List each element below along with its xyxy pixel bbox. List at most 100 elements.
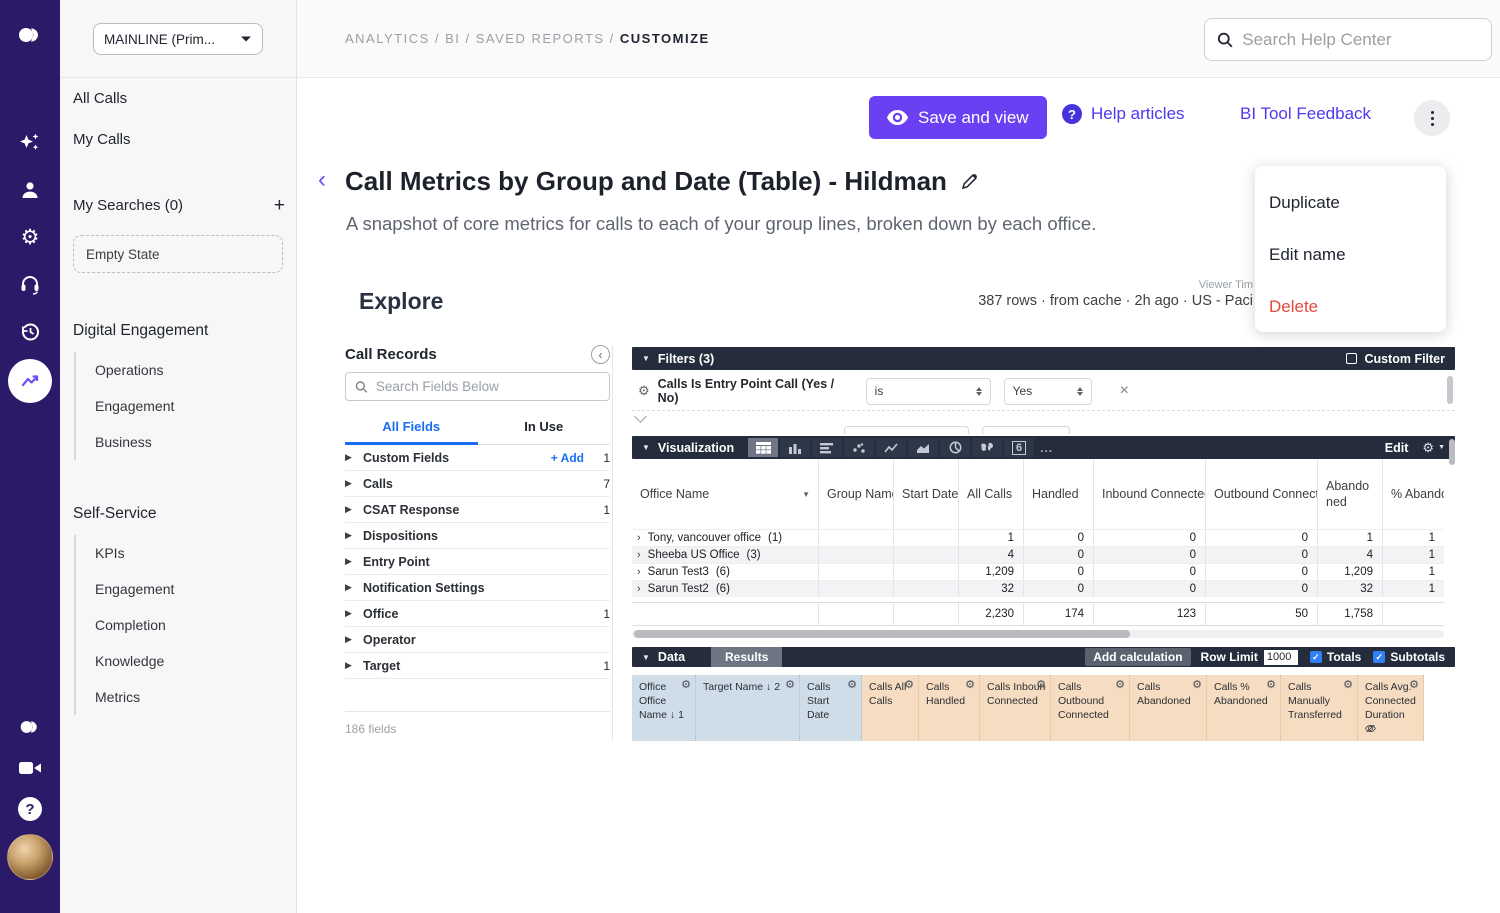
data-column-manually-transferred[interactable]: ⚙ CallsManuallyTransferred <box>1281 675 1358 741</box>
expand-caret-icon[interactable]: ▶ <box>345 582 363 593</box>
sidebar-item-my-calls[interactable]: My Calls <box>73 131 131 148</box>
subtotals-toggle[interactable]: ✓ Subtotals <box>1373 650 1445 664</box>
menu-item-duplicate[interactable]: Duplicate <box>1255 177 1446 229</box>
sidebar-item-kpis[interactable]: KPIs <box>76 535 274 571</box>
column-gear-icon[interactable]: ⚙ <box>1409 678 1419 693</box>
sidebar-item-operations[interactable]: Operations <box>76 352 274 388</box>
sidebar-item-completion[interactable]: Completion <box>76 607 274 643</box>
sidebar-item-all-calls[interactable]: All Calls <box>73 90 127 107</box>
column-header-handled[interactable]: Handled <box>1023 459 1093 529</box>
more-options-kebab-button[interactable] <box>1414 100 1450 136</box>
data-column-outbound-connected[interactable]: ⚙ CallsOutboundConnected <box>1051 675 1130 741</box>
column-header-inbound-connected[interactable]: Inbound Connected <box>1093 459 1205 529</box>
data-tab-label[interactable]: Data <box>658 650 685 664</box>
sidebar-item-knowledge[interactable]: Knowledge <box>76 643 274 679</box>
ai-sparkles-icon[interactable] <box>0 130 60 156</box>
totals-toggle[interactable]: ✓ Totals <box>1310 650 1361 664</box>
data-column-all-calls[interactable]: ⚙ Calls AllCalls <box>862 675 919 741</box>
save-and-view-button[interactable]: Save and view <box>869 96 1047 139</box>
settings-gear-icon[interactable]: ⚙ <box>0 225 60 250</box>
viz-type-bar-chart-icon[interactable] <box>812 438 842 457</box>
expand-caret-icon[interactable]: ▶ <box>345 478 363 489</box>
field-group-office[interactable]: ▶ Office 1 <box>345 601 610 627</box>
row-limit-input[interactable] <box>1264 650 1298 665</box>
tab-in-use[interactable]: In Use <box>478 419 611 444</box>
column-gear-icon[interactable]: ⚙ <box>681 678 691 693</box>
user-avatar[interactable] <box>7 834 53 880</box>
filter-gear-icon[interactable]: ⚙ <box>638 383 650 399</box>
data-column-target-name[interactable]: ⚙ Target Name ↓ 2 <box>696 675 800 741</box>
filter-value-select[interactable]: Yes <box>1004 378 1092 405</box>
column-header-start-date[interactable]: Start Date <box>893 459 958 529</box>
column-gear-icon[interactable]: ⚙ <box>965 678 975 693</box>
history-icon[interactable] <box>0 320 60 344</box>
field-group-csat-response[interactable]: ▶ CSAT Response 1 <box>345 497 610 523</box>
add-calculation-button[interactable]: Add calculation <box>1085 648 1190 666</box>
edit-pencil-icon[interactable] <box>961 173 978 190</box>
table-row[interactable]: ›Sarun Test2(6) 32 0 0 0 32 1 <box>632 580 1444 597</box>
filter-operator-select[interactable]: is <box>866 378 991 405</box>
data-column-start-date[interactable]: ⚙ CallsStartDate <box>800 675 862 741</box>
expand-row-caret-icon[interactable]: › <box>637 532 641 544</box>
column-header-pct-abandoned[interactable]: % Abandoned <box>1382 459 1444 529</box>
column-gear-icon[interactable]: ⚙ <box>1192 678 1202 693</box>
add-search-button[interactable]: + <box>274 196 285 215</box>
analytics-active-icon[interactable] <box>8 359 52 403</box>
dialpad-app-icon[interactable] <box>0 716 60 738</box>
column-header-abandoned[interactable]: Abandoned <box>1317 459 1382 529</box>
viz-type-area-chart-icon[interactable] <box>908 438 938 457</box>
remove-filter-icon[interactable]: × <box>1120 382 1129 400</box>
add-custom-field-button[interactable]: + Add <box>551 451 584 465</box>
expand-caret-icon[interactable]: ▶ <box>345 660 363 671</box>
breadcrumb-prefix[interactable]: ANALYTICS / BI / SAVED REPORTS / <box>345 31 615 46</box>
data-column-inbound-connected[interactable]: ⚙ Calls InboundConnected <box>980 675 1051 741</box>
viz-type-line-chart-icon[interactable] <box>876 438 906 457</box>
contacts-icon[interactable] <box>0 178 60 202</box>
expand-caret-icon[interactable]: ▶ <box>345 608 363 619</box>
results-tab[interactable]: Results <box>711 647 782 667</box>
field-group-dispositions[interactable]: ▶ Dispositions <box>345 523 610 549</box>
expand-caret-icon[interactable]: ▶ <box>345 530 363 541</box>
field-group-notification-settings[interactable]: ▶ Notification Settings <box>345 575 610 601</box>
expand-row-caret-icon[interactable]: › <box>637 549 641 561</box>
expand-caret-icon[interactable]: ▶ <box>345 504 363 515</box>
fields-search[interactable] <box>345 372 610 401</box>
field-group-custom-fields[interactable]: ▶ Custom Fields + Add 1 <box>345 445 610 471</box>
sidebar-item-metrics[interactable]: Metrics <box>76 679 274 715</box>
custom-filter-checkbox[interactable] <box>1346 353 1357 364</box>
viz-type-pie-chart-icon[interactable] <box>940 438 970 457</box>
field-group-calls[interactable]: ▶ Calls 7 <box>345 471 610 497</box>
data-column-pct-abandoned[interactable]: ⚙ Calls %Abandoned <box>1207 675 1281 741</box>
table-row[interactable]: ›Tony, vancouver office(1) 1 0 0 0 1 1 <box>632 529 1444 546</box>
column-gear-icon[interactable]: ⚙ <box>1115 678 1125 693</box>
sidebar-item-ss-engagement[interactable]: Engagement <box>76 571 274 607</box>
menu-item-edit-name[interactable]: Edit name <box>1255 229 1446 281</box>
data-column-avg-connected-duration[interactable]: ⚙ Calls Avg.ConnectedDuration <box>1358 675 1424 741</box>
more-viz-types-icon[interactable]: ... <box>1040 441 1053 455</box>
expand-filters-chevron-icon[interactable] <box>634 410 647 423</box>
support-headset-icon[interactable] <box>0 272 60 296</box>
sidebar-item-engagement[interactable]: Engagement <box>76 388 274 424</box>
horizontal-scrollbar[interactable] <box>632 630 1444 638</box>
expand-caret-icon[interactable]: ▶ <box>345 634 363 645</box>
column-header-all-calls[interactable]: All Calls <box>958 459 1023 529</box>
data-column-office-name[interactable]: ⚙ OfficeOfficeName ↓ 1 <box>632 675 696 741</box>
sidebar-item-business[interactable]: Business <box>76 424 274 460</box>
table-row[interactable]: ›Sarun Test3(6) 1,209 0 0 0 1,209 1 <box>632 563 1444 580</box>
viz-settings-gear-icon[interactable]: ⚙▼ <box>1422 440 1445 456</box>
help-center-search-input[interactable] <box>1242 30 1479 50</box>
viz-type-table-icon[interactable] <box>748 438 778 457</box>
data-column-handled[interactable]: ⚙ CallsHandled <box>919 675 980 741</box>
viz-type-map-icon[interactable] <box>972 438 1002 457</box>
data-section-bar[interactable]: ▼ Data Results Add calculation Row Limit… <box>632 647 1455 667</box>
table-scrollbar[interactable] <box>1449 439 1455 465</box>
field-group-operator[interactable]: ▶ Operator <box>345 627 610 653</box>
field-group-entry-point[interactable]: ▶ Entry Point <box>345 549 610 575</box>
column-gear-icon[interactable]: ⚙ <box>847 678 857 693</box>
filters-section-bar[interactable]: ▼ Filters (3) Custom Filter <box>632 347 1455 370</box>
fields-search-input[interactable] <box>376 379 600 394</box>
help-center-search[interactable] <box>1204 18 1492 61</box>
tab-all-fields[interactable]: All Fields <box>345 419 478 444</box>
back-chevron-button[interactable]: ‹ <box>318 168 326 192</box>
column-gear-icon[interactable]: ⚙ <box>1266 678 1276 693</box>
